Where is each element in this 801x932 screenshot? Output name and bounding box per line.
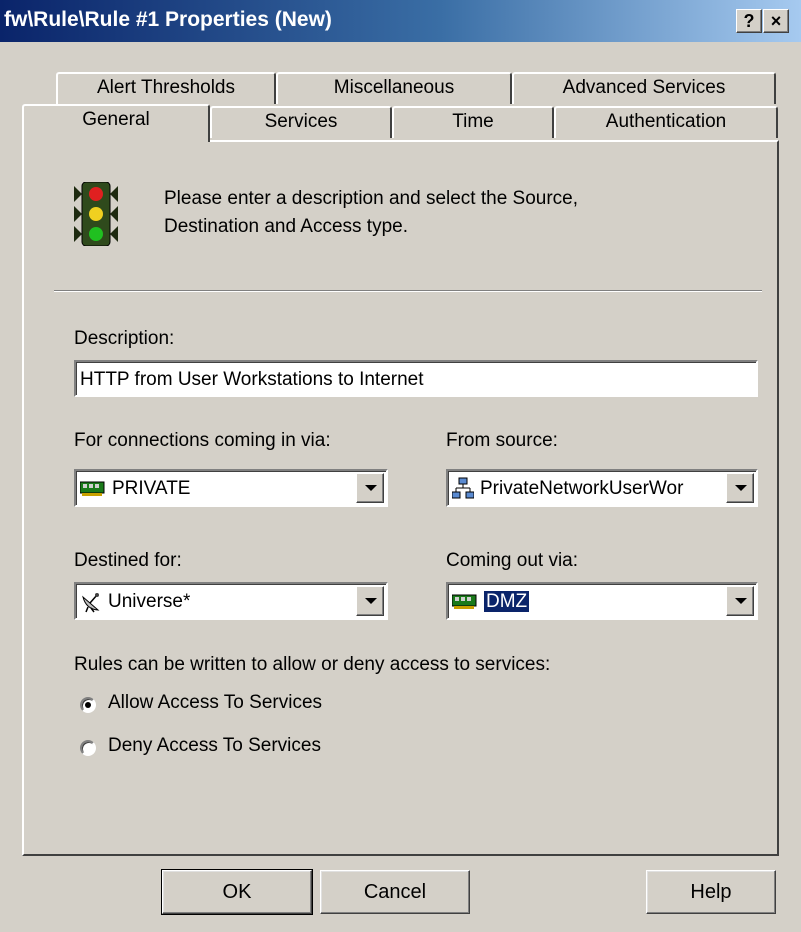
tab-authentication[interactable]: Authentication (554, 106, 778, 138)
tab-general[interactable]: General (22, 104, 210, 142)
close-title-button[interactable]: × (763, 9, 789, 33)
satellite-dish-icon (82, 592, 100, 613)
deny-access-radio[interactable] (80, 740, 96, 756)
tab-advanced-services[interactable]: Advanced Services (512, 72, 776, 104)
destination-dropdown[interactable]: Universe* (74, 582, 388, 620)
incoming-interface-value-box: PRIVATE (80, 475, 190, 503)
source-dropdown[interactable]: PrivateNetworkUserWor (446, 469, 758, 507)
tab-time[interactable]: Time (392, 106, 554, 138)
separator (54, 290, 762, 292)
destination-label: Destined for: (74, 550, 182, 571)
allow-access-label[interactable]: Allow Access To Services (108, 692, 322, 714)
outgoing-interface-value: DMZ (484, 591, 530, 612)
incoming-interface-value: PRIVATE (112, 478, 191, 499)
tab-alert-thresholds[interactable]: Alert Thresholds (56, 72, 276, 104)
chevron-down-icon[interactable] (726, 473, 754, 503)
outgoing-interface-dropdown[interactable]: DMZ (446, 582, 758, 620)
instruction-text-line1: Please enter a description and select th… (164, 188, 579, 209)
tab-services[interactable]: Services (210, 106, 392, 138)
description-label: Description: (74, 328, 175, 349)
source-value: PrivateNetworkUserWor (480, 478, 684, 499)
help-title-button[interactable]: ? (736, 9, 762, 33)
source-value-box: PrivateNetworkUserWor (452, 475, 724, 503)
general-tab-panel: Please enter a description and select th… (22, 140, 779, 856)
chevron-down-icon[interactable] (726, 586, 754, 616)
network-card-icon (80, 481, 105, 496)
outgoing-interface-label: Coming out via: (446, 550, 579, 571)
rule-properties-dialog: fw\Rule\Rule #1 Properties (New) ? × Ale… (0, 0, 801, 932)
access-type-label: Rules can be written to allow or deny ac… (74, 654, 551, 675)
cancel-button[interactable]: Cancel (320, 870, 470, 914)
window-title: fw\Rule\Rule #1 Properties (New) (4, 8, 332, 31)
help-button[interactable]: Help (646, 870, 776, 914)
title-bar[interactable]: fw\Rule\Rule #1 Properties (New) ? × (0, 0, 801, 42)
incoming-interface-dropdown[interactable]: PRIVATE (74, 469, 388, 507)
outgoing-interface-value-box: DMZ (452, 588, 530, 616)
chevron-down-icon[interactable] (356, 586, 384, 616)
description-field[interactable]: HTTP from User Workstations to Internet (74, 360, 758, 397)
incoming-interface-label: For connections coming in via: (74, 430, 331, 451)
network-card-icon (452, 594, 477, 609)
destination-value: Universe* (108, 591, 191, 612)
chevron-down-icon[interactable] (356, 473, 384, 503)
network-objects-icon (452, 477, 474, 499)
instruction-text-line2: Destination and Access type. (164, 216, 408, 237)
deny-access-label[interactable]: Deny Access To Services (108, 735, 321, 757)
allow-access-radio[interactable] (80, 697, 96, 713)
source-label: From source: (446, 430, 558, 451)
tab-miscellaneous[interactable]: Miscellaneous (276, 72, 512, 104)
destination-value-box: Universe* (80, 588, 190, 616)
ok-button[interactable]: OK (161, 869, 313, 915)
traffic-light-icon (74, 181, 118, 252)
